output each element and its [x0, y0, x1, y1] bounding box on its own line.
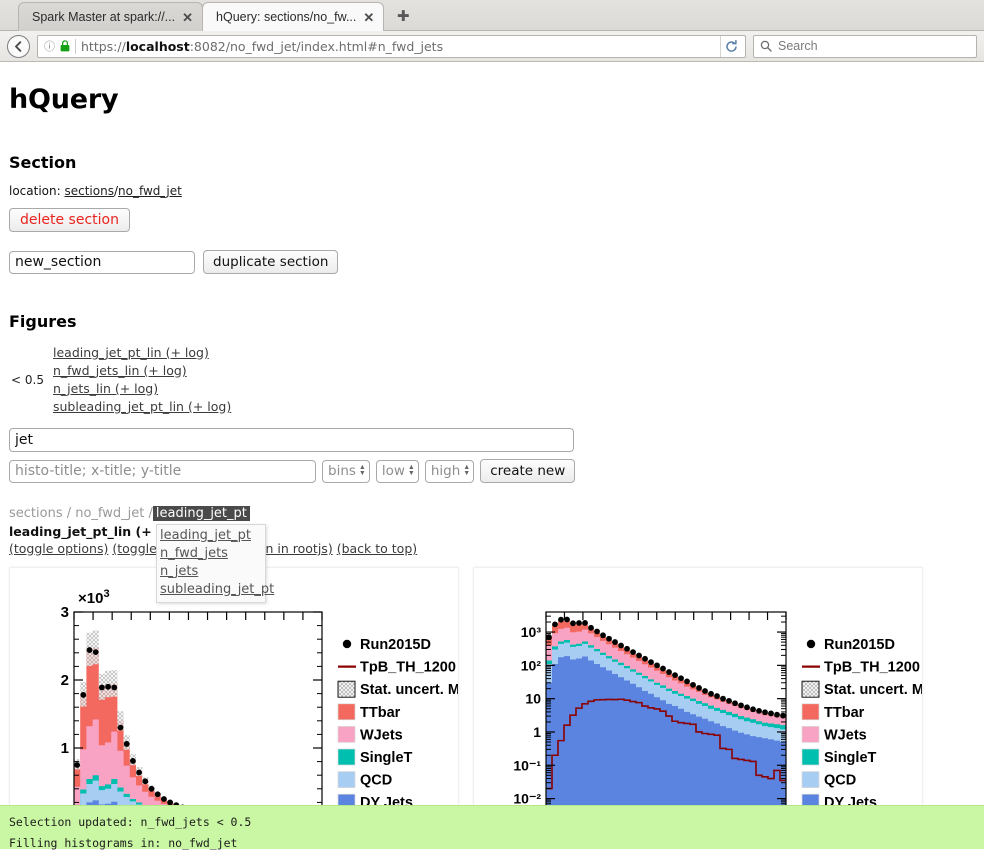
svg-text:TTbar: TTbar	[824, 705, 865, 721]
breadcrumb: sections / no_fwd_jet / leading_jet_pt	[9, 506, 975, 521]
svg-text:WJets: WJets	[824, 727, 867, 743]
figure-title: leading_jet_pt_lin (+ _log)	[9, 524, 975, 539]
autocomplete-dropdown[interactable]: leading_jet_pt n_fwd_jets n_jets sublead…	[156, 524, 274, 603]
svg-text:SingleT: SingleT	[824, 750, 877, 766]
console-line: Filling histograms in: no_fwd_jet	[9, 836, 238, 850]
autocomplete-option-n-fwd-jets[interactable]: n_fwd_jets	[157, 545, 265, 563]
autocomplete-selected-value[interactable]: leading_jet_pt	[152, 506, 250, 521]
bins-stepper[interactable]: bins ▲ ▼	[322, 459, 370, 483]
close-icon[interactable]: ✕	[182, 11, 193, 24]
url-divider	[75, 38, 76, 54]
stepper-arrows-icon[interactable]: ▲ ▼	[408, 464, 415, 477]
search-icon	[760, 40, 772, 52]
high-placeholder: high	[430, 463, 461, 479]
svg-text:TTbar: TTbar	[360, 705, 401, 721]
svg-text:10: 10	[525, 691, 541, 707]
svg-text:×103: ×103	[78, 588, 110, 607]
figures-links: leading_jet_pt_lin (+ log) n_fwd_jets_li…	[53, 345, 231, 414]
url-bar[interactable]: ⓘ https://localhost:8082/no_fwd_jet/inde…	[37, 34, 746, 58]
create-figure-row: bins ▲▼ low ▲▼ high ▲▼ create new	[9, 459, 975, 483]
figures-list: < 0.5 leading_jet_pt_lin (+ log) n_fwd_j…	[9, 345, 975, 414]
navigation-bar: ⓘ https://localhost:8082/no_fwd_jet/inde…	[0, 31, 984, 62]
stepper-arrows-icon[interactable]: ▲ ▼	[359, 464, 366, 477]
svg-text:TpB_TH_1200: TpB_TH_1200	[824, 660, 920, 676]
delete-section-button[interactable]: delete section	[9, 208, 130, 232]
location-link-sections[interactable]: sections	[64, 184, 113, 198]
section-heading: Section	[9, 153, 77, 172]
page-info-icon[interactable]: ⓘ	[44, 38, 55, 54]
svg-text:QCD: QCD	[360, 773, 392, 789]
stepper-arrows-icon[interactable]: ▲ ▼	[463, 464, 470, 477]
toggle-options-link[interactable]: (toggle options)	[9, 541, 108, 556]
histogram-linear: 1 2 3 ×103 Run2015D TpB_TH_1200 Stat. uncert. …	[61, 588, 459, 817]
tab-strip: Spark Master at spark://... ✕ hQuery: se…	[0, 0, 984, 31]
svg-text:1: 1	[533, 724, 541, 740]
histogram-log: 10³10²10110⁻¹10⁻²Run2015DTpB_TH_1200Stat…	[513, 611, 923, 817]
svg-text:SingleT: SingleT	[360, 750, 413, 766]
svg-text:QCD: QCD	[824, 773, 856, 789]
back-to-top-link[interactable]: (back to top)	[337, 541, 417, 556]
svg-text:1: 1	[61, 740, 69, 757]
figure-link-n-jets[interactable]: n_jets_lin (+ log)	[53, 381, 231, 396]
svg-text:Run2015D: Run2015D	[360, 637, 431, 653]
page-title: hQuery	[9, 84, 119, 115]
page-content: hQuery Section location: sections/no_fwd…	[0, 84, 984, 865]
figure-link-n-fwd-jets[interactable]: n_fwd_jets_lin (+ log)	[53, 363, 231, 378]
chart-card-linear[interactable]: 1 2 3 ×103 Run2015D TpB_TH_1200 Stat. uncert. …	[9, 567, 459, 829]
new-section-input[interactable]	[9, 250, 195, 274]
svg-text:10²: 10²	[521, 657, 542, 673]
svg-text:10⁻¹: 10⁻¹	[513, 757, 541, 773]
console-line: Selection updated: n_fwd_jets < 0.5	[9, 815, 252, 829]
back-button[interactable]	[7, 34, 30, 58]
close-icon[interactable]: ✕	[363, 11, 374, 24]
autocomplete-option-subleading-jet-pt[interactable]: subleading_jet_pt	[157, 581, 274, 599]
low-placeholder: low	[381, 463, 405, 479]
duplicate-section-button[interactable]: duplicate section	[203, 250, 339, 274]
create-new-button[interactable]: create new	[480, 459, 576, 483]
location-label: location:	[9, 184, 61, 198]
figure-title-text: leading_jet_pt_lin	[9, 524, 132, 539]
search-placeholder: Search	[778, 39, 818, 53]
svg-text:Stat. uncert. MC: Stat. uncert. MC	[824, 682, 923, 698]
figure-block: sections / no_fwd_jet / leading_jet_pt le…	[9, 506, 975, 829]
svg-text:TpB_TH_1200: TpB_TH_1200	[360, 660, 456, 676]
browser-tab-spark-master[interactable]: Spark Master at spark://... ✕	[18, 2, 204, 31]
low-stepper[interactable]: low ▲ ▼	[375, 459, 419, 483]
figures-heading: Figures	[9, 312, 77, 331]
figure-filter-input[interactable]	[9, 428, 574, 452]
bins-placeholder: bins	[328, 463, 356, 479]
duplicate-section-row: duplicate section	[9, 250, 975, 274]
charts-row: 1 2 3 ×103 Run2015D TpB_TH_1200 Stat. uncert. …	[9, 567, 975, 829]
svg-text:3: 3	[61, 604, 69, 621]
figure-link-subleading-jet-pt[interactable]: subleading_jet_pt_lin (+ log)	[53, 399, 231, 414]
svg-text:WJets: WJets	[360, 727, 403, 743]
autocomplete-option-leading-jet-pt[interactable]: leading_jet_pt	[157, 527, 265, 545]
tab-title: Spark Master at spark://...	[32, 10, 176, 24]
browser-tab-hquery[interactable]: hQuery: sections/no_fw... ✕	[202, 2, 385, 31]
figure-link-leading-jet-pt[interactable]: leading_jet_pt_lin (+ log)	[53, 345, 231, 360]
search-bar[interactable]: Search	[753, 34, 977, 58]
histo-spec-input[interactable]	[9, 459, 316, 483]
lock-icon	[60, 40, 70, 52]
back-arrow-icon	[15, 40, 22, 52]
figure-actions: (toggle options)(toggle stats)(info)(ope…	[9, 541, 975, 556]
high-stepper[interactable]: high ▲ ▼	[424, 459, 475, 483]
location-link-no-fwd-jet[interactable]: no_fwd_jet	[118, 184, 182, 198]
status-console: Selection updated: n_fwd_jets < 0.5 Fill…	[0, 805, 984, 850]
browser-chrome: Spark Master at spark://... ✕ hQuery: se…	[0, 0, 984, 62]
chart-card-log[interactable]: 10³ 10² 10 1 10⁻¹ 10⁻² Run2015D TpB_TH_1200 Stat…	[473, 567, 923, 829]
new-tab-icon[interactable]: ✚	[390, 3, 416, 29]
svg-text:2: 2	[61, 672, 69, 689]
svg-text:Run2015D: Run2015D	[824, 637, 895, 653]
svg-text:10³: 10³	[521, 624, 542, 640]
breadcrumb-path: sections / no_fwd_jet /	[9, 506, 153, 521]
autocomplete-option-n-jets[interactable]: n_jets	[157, 563, 265, 581]
figure-filter-row	[9, 428, 975, 452]
reload-icon[interactable]	[720, 35, 742, 57]
tab-title: hQuery: sections/no_fw...	[216, 10, 357, 24]
url-text: https://localhost:8082/no_fwd_jet/index.…	[81, 38, 444, 54]
svg-text:Stat. uncert. MC: Stat. uncert. MC	[360, 682, 459, 698]
figures-cut-label: < 0.5	[11, 372, 44, 387]
section-location: location: sections/no_fwd_jet	[9, 184, 975, 198]
